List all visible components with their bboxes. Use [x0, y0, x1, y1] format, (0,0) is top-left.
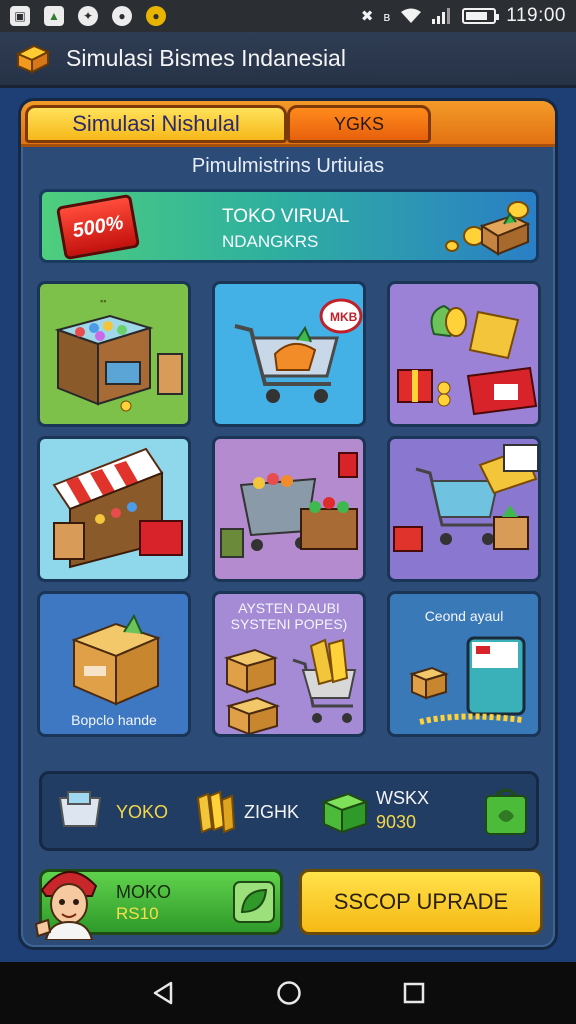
- app-bar: Simulasi Bismes Indanesial: [0, 32, 576, 88]
- display-cabinet-icon: ▪▪: [54, 296, 183, 412]
- back-icon[interactable]: [151, 981, 175, 1005]
- boxes-cart-icon: [223, 638, 357, 734]
- leaf-icon: [233, 881, 275, 923]
- tile-system-boxes[interactable]: AYSTEN DAUBI SYSTENI POPES): [212, 591, 366, 737]
- gallery-icon: ▣: [10, 6, 30, 26]
- green-crate-icon: [321, 792, 369, 834]
- bluetooth-icon: ʙ: [383, 8, 391, 24]
- panel-subtitle: Pimulmistrins Urtiuias: [191, 155, 385, 177]
- tab-bar: Simulasi Nishulal YGKS: [21, 101, 555, 147]
- treasure-box-icon: [445, 201, 531, 256]
- green-button-line1: MOKO: [116, 882, 172, 902]
- shop-upgrade-button[interactable]: SSCOP UPRADE: [299, 869, 543, 935]
- tile-produce-cart[interactable]: [212, 436, 366, 582]
- battery-icon: [462, 8, 500, 24]
- tile-gifts-gold[interactable]: [387, 281, 541, 427]
- coin-icon: ●: [146, 6, 166, 26]
- resource-bar: YOKO ZIGHK WSKX 9030: [39, 771, 539, 851]
- produce-cart-icon: [220, 452, 358, 558]
- tab-simulasi[interactable]: Simulasi Nishulal: [25, 105, 287, 143]
- signal-icon: [432, 8, 451, 24]
- gold-bars-icon: [196, 790, 236, 834]
- shopkeeper-avatar: [34, 870, 98, 940]
- tile-awning-shop[interactable]: [37, 436, 191, 582]
- resource-3-value: 9030: [376, 812, 417, 832]
- cart-bubble-text: MKB: [330, 310, 358, 324]
- green-bag-icon: [485, 788, 527, 835]
- image-icon: ▲: [44, 6, 64, 26]
- promo-banner[interactable]: 500% TOKO VIRUAL NDANGKRS: [39, 189, 539, 263]
- tab-ygks-label: YGKS: [333, 113, 385, 134]
- banner-title: TOKO VIRUAL: [222, 206, 350, 227]
- resource-3-label: WSKX: [376, 788, 430, 808]
- gift-box-icon: [397, 304, 538, 416]
- recents-icon[interactable]: [403, 982, 425, 1004]
- mute-icon: ✖: [360, 8, 374, 25]
- tile-cardboard-box[interactable]: Bopclo hande: [37, 591, 191, 737]
- app-logo-icon: [15, 44, 51, 74]
- app-title: Simulasi Bismes Indanesial: [66, 45, 346, 71]
- shopping-cart-icon: MKB: [234, 298, 363, 403]
- tile-box-label: Bopclo hande: [71, 712, 157, 728]
- tile-shopping-cart[interactable]: MKB: [212, 281, 366, 427]
- green-button-line2: RS10: [116, 904, 159, 923]
- resource-2-label: ZIGHK: [244, 802, 300, 822]
- tile-card-payment[interactable]: Ceond ayaul: [387, 591, 541, 737]
- tile-cart-receipt[interactable]: [387, 436, 541, 582]
- system-nav-bar: [0, 962, 576, 1024]
- camera-icon: ●: [112, 6, 132, 26]
- discount-badge: 500%: [55, 193, 141, 261]
- tab-simulasi-label: Simulasi Nishulal: [72, 111, 240, 136]
- tile-market-stall[interactable]: ▪▪: [37, 281, 191, 427]
- clock: 119:00: [506, 5, 566, 26]
- app-icon: ✦: [78, 6, 98, 26]
- shop-stall-icon: [52, 447, 183, 569]
- tab-ygks[interactable]: YGKS: [287, 105, 431, 143]
- payment-terminal-icon: [409, 636, 526, 725]
- home-icon[interactable]: [276, 980, 302, 1006]
- upgrade-button-label: SSCOP UPRADE: [333, 889, 509, 914]
- resource-1-label: YOKO: [116, 802, 169, 822]
- cart-receipt-icon: [393, 444, 538, 552]
- banner-subtitle: NDANGKRS: [222, 232, 319, 251]
- wifi-icon: [401, 8, 422, 23]
- svg-text:▪▪: ▪▪: [100, 296, 106, 306]
- cart-icon: [58, 791, 102, 827]
- main-panel: Simulasi Nishulal YGKS Pimulmistrins Urt…: [18, 98, 558, 950]
- status-bar: ▣ ▲ ✦ ● ● ✖ ʙ 119:00: [0, 0, 576, 32]
